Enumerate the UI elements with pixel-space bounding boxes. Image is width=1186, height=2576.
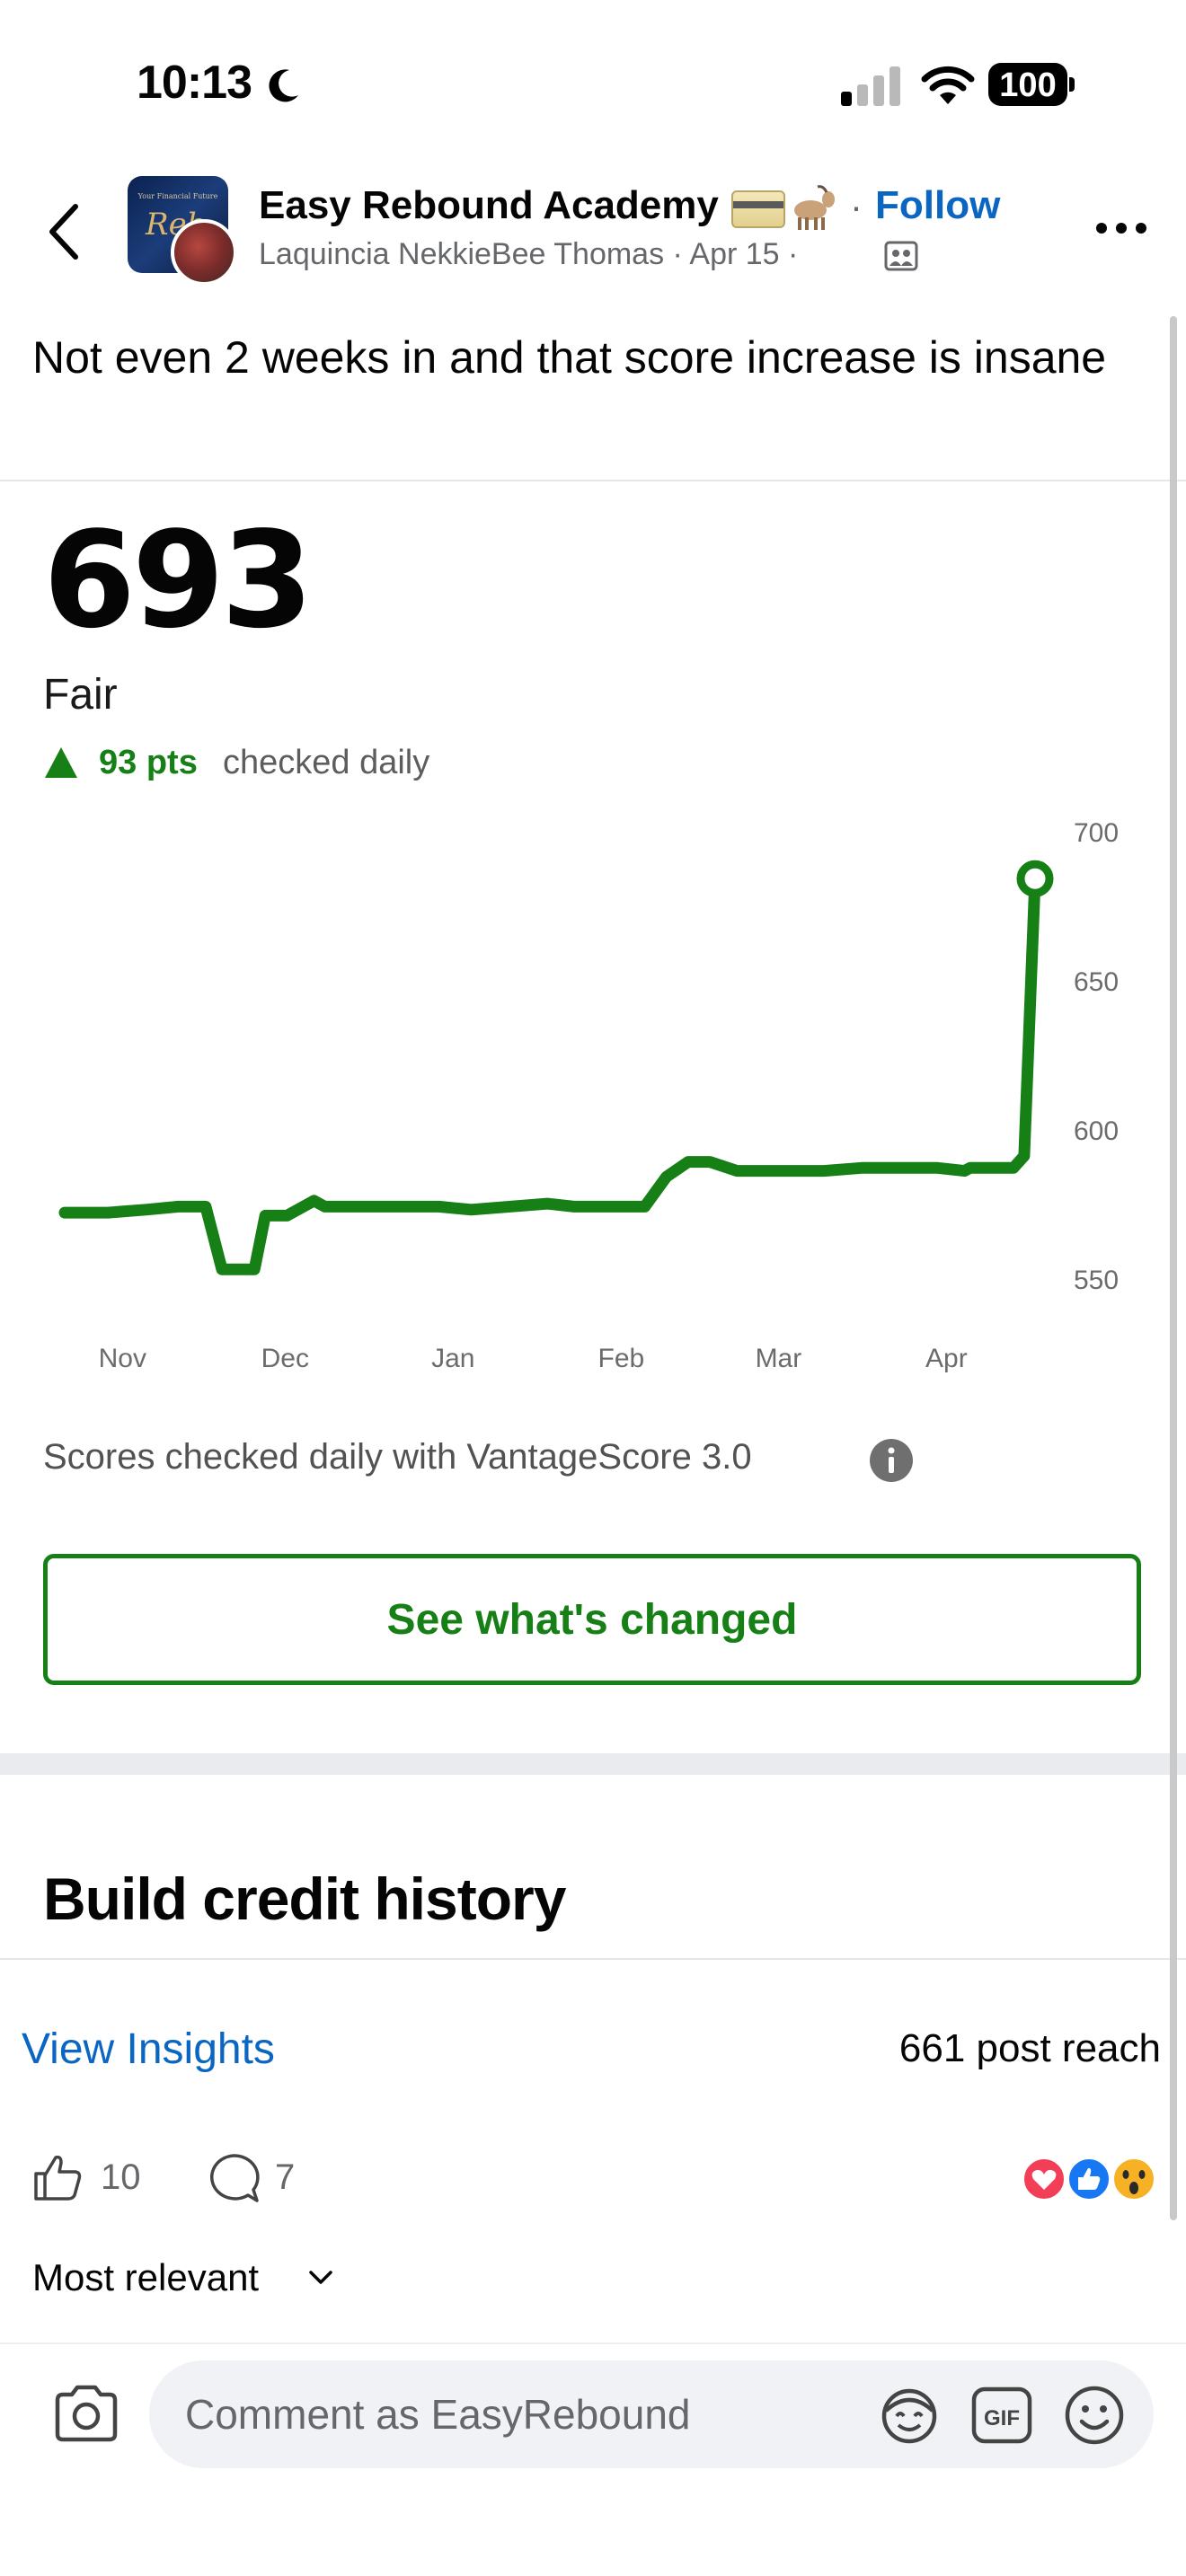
gif-icon[interactable]: GIF (970, 2386, 1033, 2445)
info-icon[interactable] (868, 1437, 915, 1484)
emoji-smiley-icon[interactable] (1062, 2384, 1127, 2447)
y-tick-label: 600 (1074, 1116, 1119, 1146)
scrollbar[interactable] (1170, 316, 1177, 2220)
like-count: 10 (101, 2157, 141, 2197)
y-tick-label: 700 (1074, 818, 1119, 848)
status-time: 10:13 (137, 57, 252, 109)
goat-emoji-icon (794, 185, 835, 230)
score-line (58, 872, 1041, 1275)
reaction-summary-icons[interactable] (1019, 2154, 1159, 2204)
battery-level: 100 (999, 66, 1057, 104)
author-and-date[interactable]: Laquincia NekkieBee Thomas · Apr 15 · (259, 237, 798, 272)
page-name[interactable]: Easy Rebound Academy (259, 183, 719, 228)
x-tick-label: Nov (99, 1344, 146, 1373)
build-credit-heading: Build credit history (43, 1866, 566, 1932)
focus-moon-icon (269, 69, 298, 102)
page-avatar-text: Your Financial Future (137, 192, 218, 200)
group-audience-icon (884, 241, 918, 271)
avatar-sticker-icon[interactable] (877, 2384, 942, 2445)
camera-icon[interactable] (50, 2380, 122, 2447)
comment-sort-dropdown[interactable]: Most relevant (32, 2256, 259, 2299)
section-divider (0, 1753, 1186, 1775)
vantage-note: Scores checked daily with VantageScore 3… (43, 1437, 752, 1477)
like-thumb-icon[interactable] (31, 2150, 84, 2204)
follow-separator: · (850, 185, 863, 227)
comment-count: 7 (275, 2157, 296, 2197)
points-note: checked daily (223, 744, 430, 781)
chevron-down-icon[interactable] (305, 2267, 336, 2289)
divider (0, 1958, 1186, 1960)
points-change: 93 pts (99, 744, 198, 781)
y-tick-label: 550 (1074, 1266, 1119, 1295)
view-insights-link[interactable]: View Insights (22, 2025, 275, 2074)
y-tick-label: 650 (1074, 967, 1119, 997)
credit-rating: Fair (43, 671, 118, 719)
back-arrow-icon[interactable] (40, 199, 90, 264)
x-tick-label: Dec (261, 1344, 309, 1373)
post-caption: Not even 2 weeks in and that score incre… (32, 332, 1107, 383)
svg-text:GIF: GIF (984, 2406, 1020, 2430)
current-score-marker (1016, 860, 1054, 897)
author-avatar[interactable] (171, 219, 237, 286)
divider (0, 480, 1186, 481)
see-whats-changed-button[interactable]: See what's changed (43, 1554, 1141, 1685)
wifi-icon (921, 66, 975, 104)
x-tick-label: Mar (756, 1344, 802, 1373)
post-reach: 661 post reach (898, 2026, 1161, 2070)
comment-bubble-icon[interactable] (207, 2152, 261, 2204)
cellular-signal-icon (841, 66, 900, 106)
battery-icon: 100 (988, 63, 1075, 106)
credit-card-emoji-icon (731, 190, 785, 228)
x-tick-label: Jan (431, 1344, 474, 1373)
credit-score-chart: Nov Dec Jan Feb Mar Apr 700 650 600 550 (58, 818, 1119, 1373)
more-options-icon[interactable] (1093, 217, 1150, 239)
x-tick-label: Apr (925, 1344, 968, 1373)
credit-score-value: 693 (43, 503, 314, 657)
x-tick-label: Feb (598, 1344, 645, 1373)
follow-button[interactable]: Follow (875, 183, 1000, 228)
up-triangle-icon (45, 747, 77, 778)
